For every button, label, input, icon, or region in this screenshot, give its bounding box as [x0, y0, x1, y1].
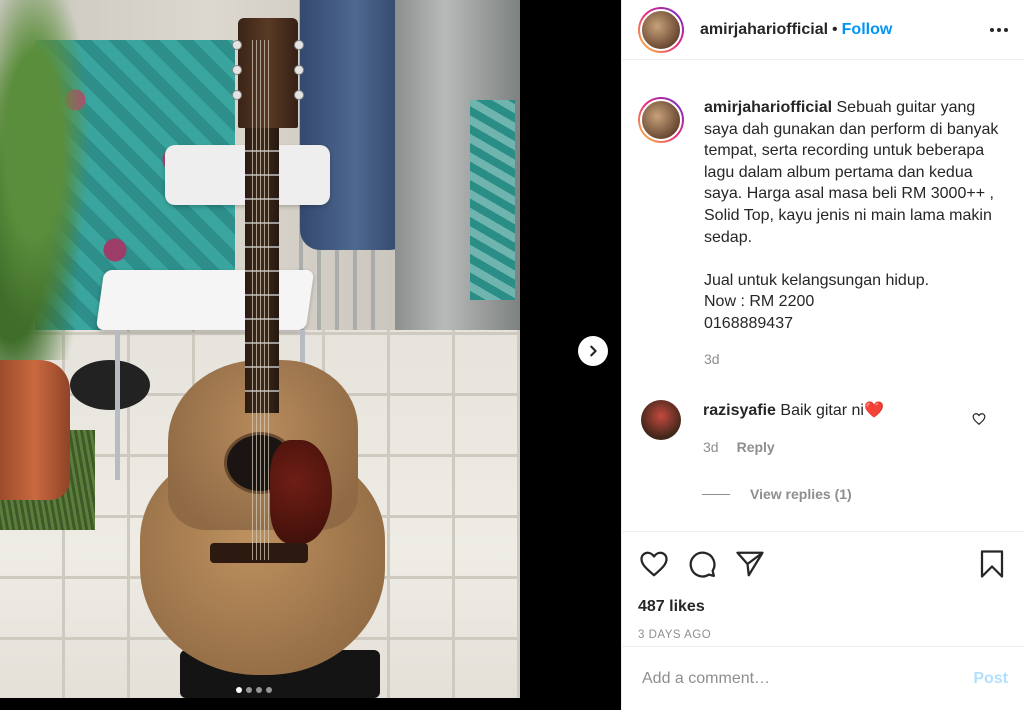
post-comment-button[interactable]: Post	[973, 670, 1008, 688]
comment-body: razisyafie Baik gitar ni❤️ 3d Reply	[703, 400, 963, 458]
like-count[interactable]: 487 likes	[638, 598, 1008, 616]
comment-timestamp[interactable]: 3d	[703, 437, 719, 458]
view-replies-line	[702, 493, 730, 495]
like-button[interactable]	[638, 548, 670, 580]
caption-author-avatar[interactable]	[638, 97, 684, 143]
carousel-dot	[266, 687, 272, 693]
comment-input[interactable]	[642, 669, 974, 688]
author-avatar[interactable]	[638, 6, 684, 53]
comment-like-heart-icon[interactable]	[972, 412, 986, 426]
post-date[interactable]: 3 DAYS AGO	[638, 629, 1008, 641]
comment-button[interactable]	[686, 548, 718, 580]
photo-hanging-cloth	[470, 100, 515, 300]
comment-icon	[689, 551, 716, 578]
comment-item: razisyafie Baik gitar ni❤️ 3d Reply	[638, 400, 1008, 458]
photo-flower-pot	[0, 360, 70, 500]
photo-guitar-strings	[252, 40, 272, 560]
photo-tuning-peg	[294, 90, 304, 100]
caption-text: Sebuah guitar yang saya dah gunakan dan …	[704, 99, 999, 332]
carousel-dot	[246, 687, 252, 693]
photo-plant	[0, 0, 100, 360]
chevron-right-icon	[590, 345, 597, 357]
photo-tuning-peg	[232, 40, 242, 50]
view-replies-button[interactable]: View replies (1)	[702, 486, 1008, 503]
post-header: amirjahariofficial • Follow	[622, 0, 1024, 60]
author-username[interactable]: amirjahariofficial	[700, 21, 828, 39]
bookmark-icon	[980, 550, 1004, 578]
carousel-dot	[256, 687, 262, 693]
share-button[interactable]	[734, 548, 766, 580]
add-comment-bar: Post	[622, 646, 1024, 710]
photo-tuning-peg	[294, 40, 304, 50]
comments-section[interactable]: amirjahariofficial Sebuah guitar yang sa…	[622, 77, 1024, 537]
caption-timestamp[interactable]: 3d	[704, 349, 999, 371]
reply-button[interactable]: Reply	[737, 437, 775, 458]
photo-hanging-jeans	[300, 0, 410, 250]
post-side-panel: amirjahariofficial • Follow amirjahariof…	[621, 0, 1024, 710]
comment-text: Baik gitar ni❤️	[780, 402, 884, 420]
caption-username[interactable]: amirjahariofficial	[704, 99, 832, 116]
header-separator: •	[832, 20, 838, 38]
photo-tuning-peg	[294, 65, 304, 75]
photo-chair-leg	[115, 330, 120, 480]
photo-stool	[70, 360, 150, 410]
carousel-indicator	[236, 687, 272, 693]
heart-icon	[640, 551, 668, 577]
carousel-dot-active	[236, 687, 242, 693]
more-options-icon[interactable]	[990, 22, 1008, 38]
commenter-avatar[interactable]	[641, 400, 681, 441]
view-replies-label: View replies (1)	[750, 486, 852, 503]
post-media-image[interactable]	[0, 0, 520, 698]
photo-tuning-peg	[232, 90, 242, 100]
photo-guitar-pickguard	[270, 440, 332, 544]
follow-button[interactable]: Follow	[842, 21, 893, 39]
photo-chair-seat	[95, 270, 315, 330]
post-actions: 487 likes 3 DAYS AGO	[622, 531, 1024, 641]
comment-meta: 3d Reply	[703, 437, 963, 458]
carousel-next-button[interactable]	[578, 336, 608, 366]
commenter-username[interactable]: razisyafie	[703, 402, 776, 419]
save-button[interactable]	[976, 548, 1008, 580]
photo-tuning-peg	[232, 65, 242, 75]
caption: amirjahariofficial Sebuah guitar yang sa…	[638, 77, 1008, 370]
paper-plane-icon	[736, 551, 764, 577]
caption-body: amirjahariofficial Sebuah guitar yang sa…	[704, 97, 999, 370]
action-icon-bar	[638, 548, 1008, 580]
